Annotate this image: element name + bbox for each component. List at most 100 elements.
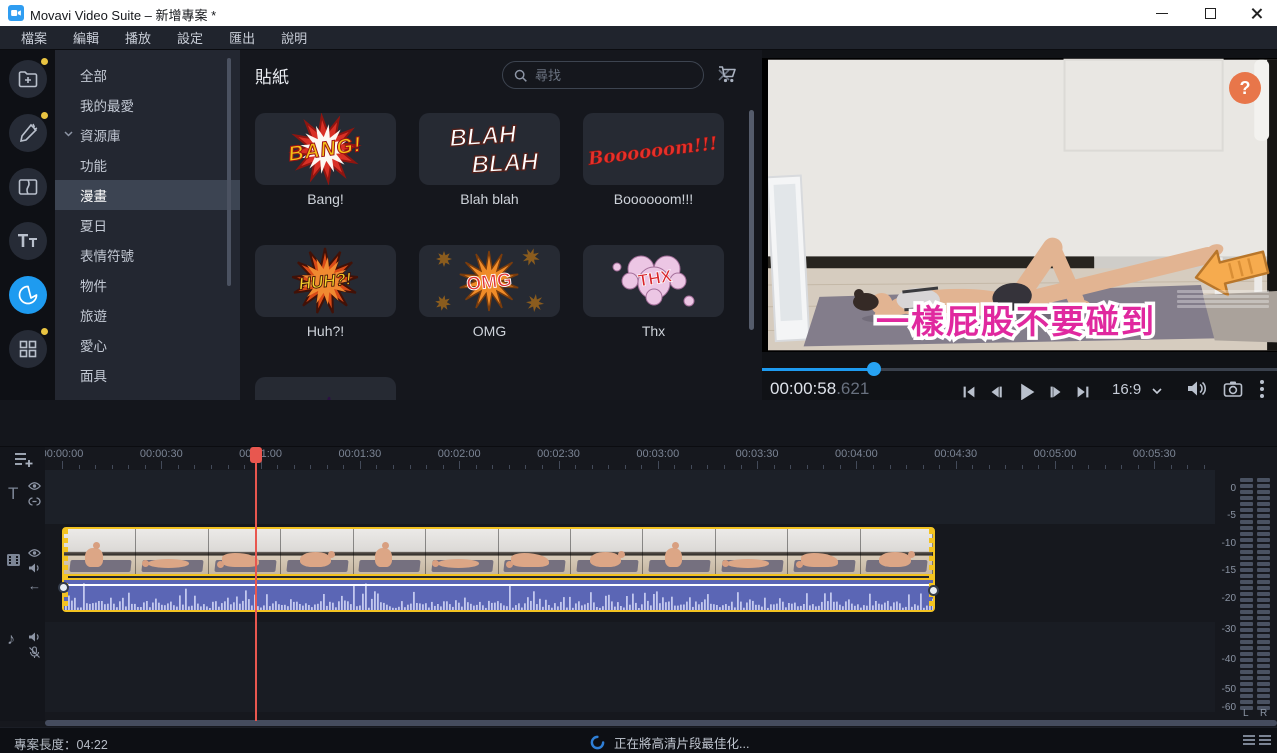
svg-text:一樣屁股不要碰到: 一樣屁股不要碰到	[876, 303, 1156, 340]
meter-segment	[1257, 580, 1270, 584]
maximize-button[interactable]	[1190, 0, 1230, 26]
ruler-label: 00:03:00	[636, 448, 680, 460]
menu-item-2[interactable]: 播放	[114, 25, 162, 50]
clip-thumbnail	[498, 529, 571, 574]
category-item-2[interactable]: 資源庫	[55, 120, 240, 150]
category-item-9[interactable]: 愛心	[55, 330, 240, 360]
meter-segment	[1257, 514, 1270, 518]
meter-segment	[1240, 580, 1253, 584]
sticker-tile-3[interactable]: HUH?!	[255, 245, 396, 317]
project-length-label: 專案長度：04:22	[14, 738, 108, 752]
meter-segment	[1240, 676, 1253, 680]
close-button[interactable]	[1236, 0, 1276, 26]
tool-more-tools[interactable]	[9, 328, 48, 368]
search-input[interactable]	[535, 67, 711, 83]
volume-icon[interactable]	[1186, 379, 1207, 398]
category-item-6[interactable]: 表情符號	[55, 240, 240, 270]
timeline-horizontal-scrollbar[interactable]	[45, 720, 1277, 726]
clip-trim-right[interactable]	[929, 529, 933, 610]
menu-item-4[interactable]: 匯出	[218, 25, 266, 50]
previous-frame-button[interactable]	[987, 383, 1005, 401]
menu-item-0[interactable]: 檔案	[10, 25, 58, 50]
video-viewport[interactable]: 一樣屁股不要碰到 ?	[762, 58, 1277, 352]
more-options-icon[interactable]	[1259, 379, 1265, 399]
tool-filters[interactable]	[9, 112, 48, 152]
sticker-tile-5[interactable]: THX	[583, 245, 724, 317]
category-item-7[interactable]: 物件	[55, 270, 240, 300]
playhead-line[interactable]	[255, 447, 257, 721]
volume-handle-left[interactable]	[58, 582, 69, 593]
meter-segment	[1257, 550, 1270, 554]
menu-item-1[interactable]: 編輯	[62, 25, 110, 50]
help-button[interactable]: ?	[1229, 72, 1261, 104]
meter-segment	[1257, 604, 1270, 608]
category-item-3[interactable]: 功能	[55, 150, 240, 180]
meter-options-icon[interactable]	[1243, 735, 1271, 745]
stickers-panel: 貼紙 BANG! Bang! BLAHBLAH Blah blah Boooooom!!…	[240, 50, 762, 400]
meter-segment	[1257, 682, 1270, 686]
ruler-label: 00:05:30	[1132, 448, 1176, 460]
skip-end-button[interactable]	[1074, 383, 1092, 401]
meter-segment	[1257, 502, 1270, 506]
category-item-0[interactable]: 全部	[55, 60, 240, 90]
snapshot-camera-icon[interactable]	[1223, 380, 1243, 398]
skip-start-button[interactable]	[960, 383, 978, 401]
meter-segment	[1257, 694, 1270, 698]
video-track-visibility-icon[interactable]	[28, 548, 41, 558]
sticker-tile-1[interactable]: BLAH BLAH	[419, 113, 560, 185]
sticker-tile-6[interactable]	[255, 377, 396, 400]
aspect-ratio-select[interactable]: 16:9	[1112, 381, 1141, 398]
chevron-down-icon[interactable]	[1152, 388, 1162, 394]
title-track[interactable]	[45, 470, 1215, 524]
title-track-link-icon[interactable]	[28, 496, 41, 507]
volume-envelope-line[interactable]	[64, 584, 933, 586]
meter-segment	[1240, 622, 1253, 626]
clip-trim-left[interactable]	[64, 529, 68, 610]
category-item-5[interactable]: 夏日	[55, 210, 240, 240]
video-track-mute-icon[interactable]	[28, 562, 41, 574]
stickers-scrollbar[interactable]	[749, 110, 754, 330]
expand-chevron-icon[interactable]	[64, 131, 73, 137]
video-track-back-arrow-icon[interactable]: ←	[28, 578, 41, 593]
ruler-label: 00:02:00	[437, 448, 481, 460]
sticker-tile-0[interactable]: BANG!	[255, 113, 396, 185]
audio-track[interactable]	[45, 622, 1215, 712]
svg-text:BLAH: BLAH	[449, 121, 518, 153]
sticker-tile-2[interactable]: Boooooom!!!	[583, 113, 724, 185]
audio-track-mic-off-icon[interactable]	[28, 646, 41, 659]
ruler-label: 00:00:00	[45, 448, 84, 460]
meter-segment	[1240, 682, 1253, 686]
sticker-tile-4[interactable]: OMG	[419, 245, 560, 317]
meter-segment	[1240, 616, 1253, 620]
video-clip-selected[interactable]	[58, 527, 939, 612]
category-item-10[interactable]: 面具	[55, 360, 240, 390]
track-gutter: T ← ♪	[0, 447, 45, 721]
timeline-ruler[interactable]: 00:00:0000:00:3000:01:0000:01:3000:02:00…	[45, 447, 1215, 469]
svg-text:Boooooom!!!: Boooooom!!!	[586, 133, 719, 170]
seek-handle[interactable]	[867, 362, 881, 376]
minimize-button[interactable]	[1142, 0, 1182, 26]
next-frame-button[interactable]	[1047, 383, 1065, 401]
store-cart-icon[interactable]	[718, 65, 738, 84]
clip-audio-waveform	[64, 578, 933, 610]
tool-titles[interactable]	[9, 222, 47, 260]
audio-track-volume-icon[interactable]	[28, 631, 41, 643]
category-item-4[interactable]: 漫畫	[55, 180, 240, 210]
playhead-handle[interactable]	[250, 447, 262, 463]
tool-import-media[interactable]	[9, 58, 48, 98]
ruler-label: 00:03:30	[735, 448, 779, 460]
title-track-visibility-icon[interactable]	[28, 481, 41, 491]
ruler-label: 00:01:30	[338, 448, 382, 460]
category-item-1[interactable]: 我的最愛	[55, 90, 240, 120]
clip-thumbnail	[426, 529, 499, 574]
app-icon	[8, 5, 24, 21]
category-scrollbar[interactable]	[227, 58, 231, 286]
add-track-icon[interactable]	[13, 450, 35, 468]
clip-thumbnail	[860, 529, 934, 574]
menu-item-3[interactable]: 設定	[166, 25, 214, 50]
tool-transitions[interactable]	[9, 168, 47, 206]
tool-stickers[interactable]	[9, 276, 47, 314]
volume-handle-right[interactable]	[928, 585, 939, 596]
menu-item-5[interactable]: 說明	[270, 25, 318, 50]
category-item-8[interactable]: 旅遊	[55, 300, 240, 330]
